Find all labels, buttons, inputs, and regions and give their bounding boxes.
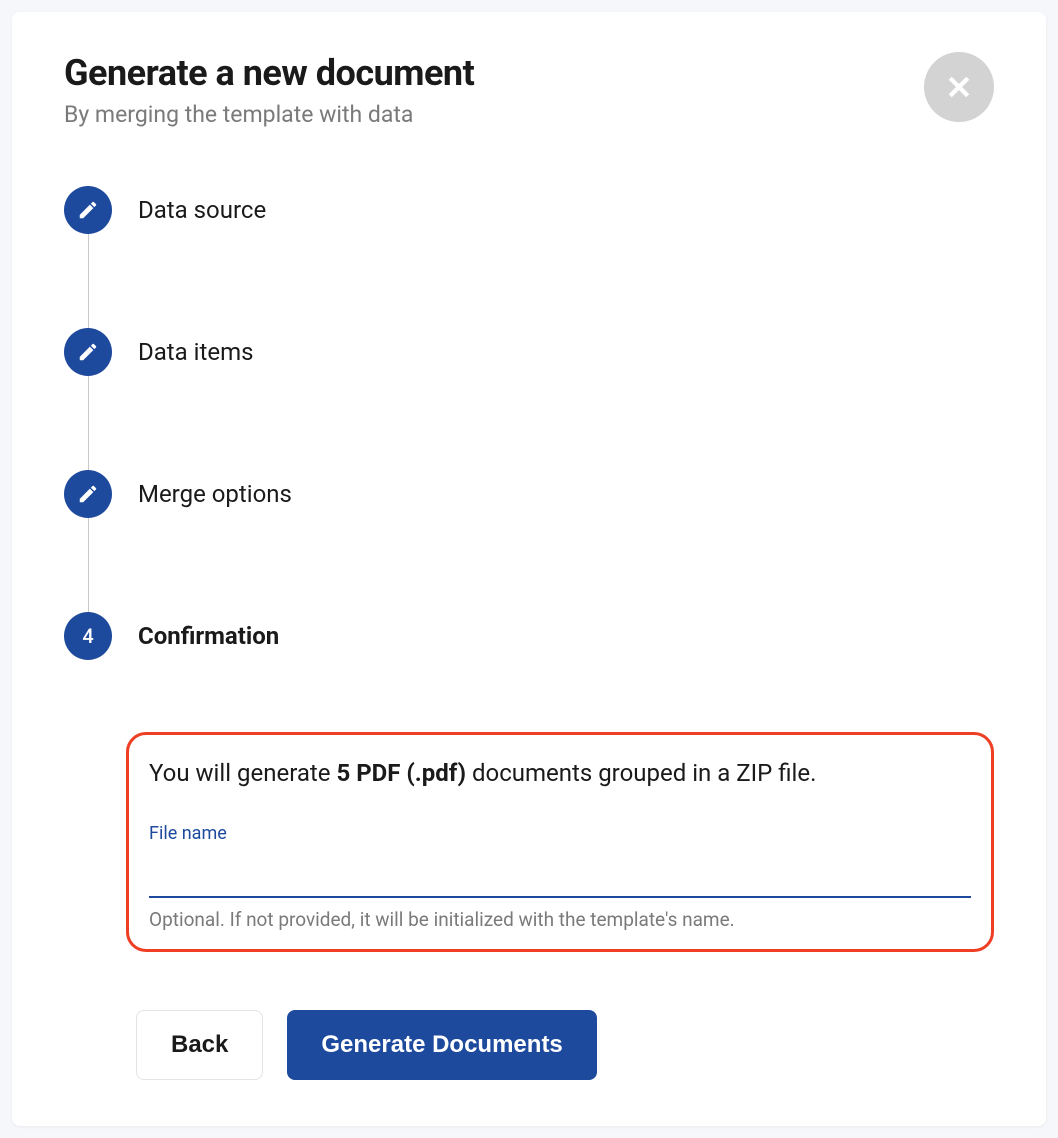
step-circle: 4 [64,612,112,660]
step-merge-options[interactable]: Merge options [64,470,994,518]
button-row: Back Generate Documents [136,1010,994,1080]
step-data-items[interactable]: Data items [64,328,994,376]
stepper: Data source Data items Merge options 4 [64,186,994,660]
step-label: Data source [138,196,266,224]
step-connector [88,376,89,470]
step-connector [88,518,89,612]
edit-icon [77,483,99,505]
confirmation-message: You will generate 5 PDF (.pdf) documents… [149,757,971,791]
filename-label: File name [149,823,971,844]
message-prefix: You will generate [149,759,336,787]
edit-icon [77,199,99,221]
filename-helper: Optional. If not provided, it will be in… [149,908,971,931]
generate-documents-button[interactable]: Generate Documents [287,1010,596,1080]
step-label: Data items [138,338,254,366]
step-data-source[interactable]: Data source [64,186,994,234]
step-confirmation: 4 Confirmation [64,612,994,660]
step-circle [64,328,112,376]
dialog-subtitle: By merging the template with data [64,101,474,128]
dialog-title: Generate a new document [64,52,474,95]
step-circle [64,470,112,518]
step-label: Merge options [138,480,292,508]
generate-document-dialog: Generate a new document By merging the t… [12,12,1046,1126]
header-text-block: Generate a new document By merging the t… [64,52,474,128]
step-circle [64,186,112,234]
filename-input[interactable] [149,848,971,898]
step-connector [88,234,89,328]
edit-icon [77,341,99,363]
confirmation-box: You will generate 5 PDF (.pdf) documents… [126,732,994,952]
message-bold: 5 PDF (.pdf) [336,759,466,787]
step-number: 4 [82,624,93,648]
step-label: Confirmation [138,622,279,650]
back-button[interactable]: Back [136,1010,263,1080]
close-icon [944,72,974,102]
close-button[interactable] [924,52,994,122]
dialog-header: Generate a new document By merging the t… [64,52,994,128]
message-suffix: documents grouped in a ZIP file. [466,759,816,787]
